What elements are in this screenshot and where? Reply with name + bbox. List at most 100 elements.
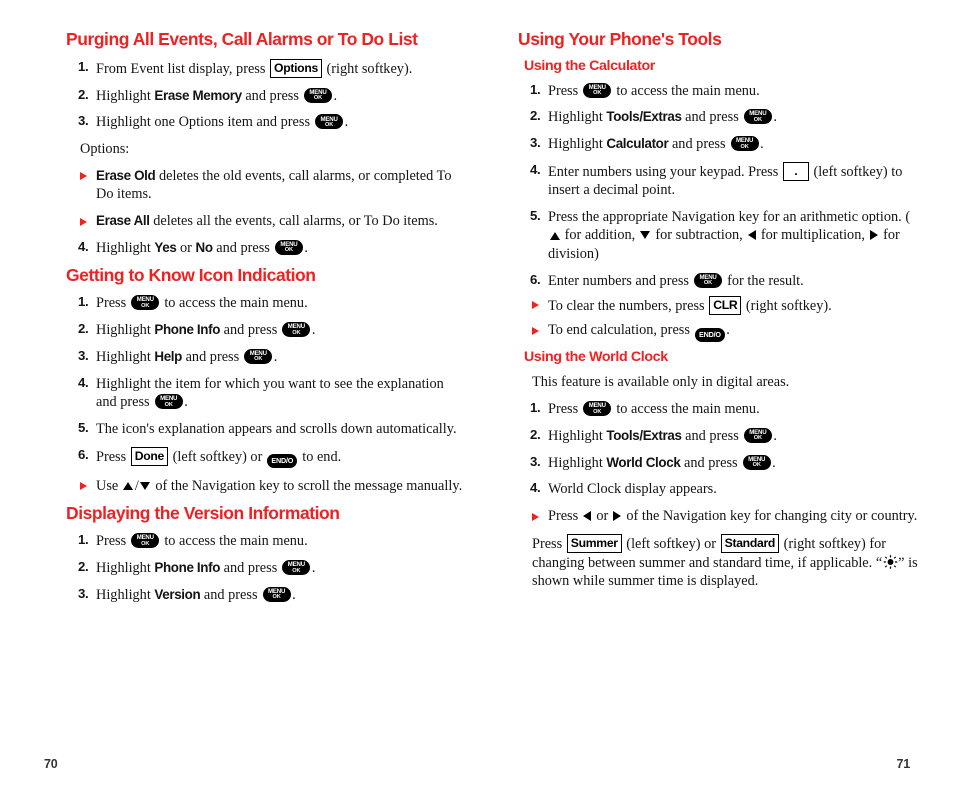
step-item: 5. Press the appropriate Navigation key … [518,208,918,263]
end-key-icon[interactable]: END/O [695,327,725,342]
step-item: 2. Highlight Phone Info and press MENU OK… [66,321,466,339]
menu-ok-key-icon[interactable]: MENU OK [282,559,311,575]
menu-ok-key-icon[interactable]: MENU OK [315,114,344,130]
step-text-post: . [344,114,349,131]
menu-ok-key-icon[interactable]: MENU OK [262,586,291,602]
softkey-clr[interactable]: CLR [709,295,742,315]
step-text-mid: (left softkey) or [169,448,266,465]
menu-key-line2: OK [272,594,281,601]
world-clock-intro: This feature is available only in digita… [532,374,790,391]
step-text-pre: Highlight the item for which you want to… [96,375,444,410]
step-item: 3. Highlight Version and press MENU OK. [66,586,466,604]
step-text-mid: and press [182,348,243,365]
step-item: 3. Highlight one Options item and press … [66,113,466,131]
step-item: 4. Enter numbers using your keypad. Pres… [518,161,918,200]
heading-purging-all-events: Purging All Events, Call Alarms or To Do… [66,29,418,49]
menu-ok-key-icon[interactable]: MENU OK [274,239,303,255]
step-text-a3: for multiplication, [757,227,869,244]
step-number: 5. [78,419,89,435]
bullet-text-pre: Press [548,508,582,525]
menu-ok-key-icon[interactable]: MENU OK [131,533,160,549]
menu-term-phone-info: Phone Info [154,559,221,575]
bullet-text-post: . [726,322,730,339]
menu-ok-key-icon[interactable]: MENU OK [304,87,332,103]
nav-up-arrow-icon [549,231,560,240]
step-text-pre: Highlight [96,87,155,104]
bullet-item: Erase Old deletes the old events, call a… [66,167,466,204]
triangle-bullet-icon [532,512,539,521]
end-key-icon[interactable]: END/O [267,454,298,469]
softkey-done[interactable]: Done [130,446,169,466]
step-text-pre: Enter numbers and press [548,272,693,289]
step-number: 2. [78,321,89,337]
step-text-post: to end. [298,448,342,465]
bullet-text-mid: or [592,508,612,525]
menu-term-phone-info: Phone Info [154,322,221,338]
menu-key-line2: OK [325,121,334,128]
menu-key-line2: OK [753,116,762,123]
menu-key-line2: OK [292,329,301,336]
triangle-bullet-icon [80,482,87,491]
menu-ok-key-icon[interactable]: MENU OK [730,136,759,152]
step-text-pre: The icon's explanation appears and scrol… [96,420,457,437]
page-number-left: 70 [44,757,58,771]
step-text-pre: Highlight [96,322,155,339]
menu-ok-key-icon[interactable]: MENU OK [583,401,612,417]
step-number: 4. [78,238,89,254]
step-text-post: to access the main menu. [612,401,760,418]
step-text-a1: for addition, [561,227,639,244]
bullet-text-mid: / [134,477,139,494]
softkey-summer[interactable]: Summer [566,534,622,554]
sun-icon [883,555,898,569]
menu-ok-key-icon[interactable]: MENU OK [244,348,273,364]
step-number: 4. [530,480,541,496]
step-text-pre: Press [96,533,130,550]
step-item: 2. Highlight Tools/Extras and press MENU… [518,108,918,126]
menu-ok-key-icon[interactable]: MENU OK [742,454,771,470]
step-number: 3. [78,585,89,601]
menu-term-erase-memory: Erase Memory [154,87,242,103]
menu-ok-key-icon[interactable]: MENU OK [131,295,160,311]
softkey-options[interactable]: Options [270,58,322,78]
step-number: 2. [530,108,541,124]
step-item: 1. Press MENU OK to access the main menu. [518,400,918,418]
step-text-pre: Highlight one Options item and press [96,114,314,131]
bullet-text-post: of the Navigation key to scroll the mess… [151,477,463,494]
menu-key-line2: OK [254,356,263,363]
step-number: 3. [78,113,89,129]
step-text-post: . [184,393,188,410]
step-item: 4. World Clock display appears. [518,480,918,498]
bullet-item: Erase All deletes all the events, call a… [66,212,466,230]
softkey-decimal-point[interactable]: . [782,161,809,181]
bullet-item: Use / of the Navigation key to scroll th… [66,477,466,495]
bullet-text-post: (right softkey). [742,298,832,315]
step-number: 4. [530,161,541,177]
menu-key-line2: OK [593,90,602,97]
step-number: 6. [530,271,541,287]
step-text-mid: and press [681,427,743,444]
menu-ok-key-icon[interactable]: MENU OK [583,82,612,98]
menu-key-line2: OK [740,143,749,150]
step-text-end: . [304,239,308,256]
menu-ok-key-icon[interactable]: MENU OK [154,393,183,409]
step-item: 4. Highlight Yes or No and press MENU OK. [66,239,466,257]
menu-term-calculator: Calculator [606,136,669,152]
step-text-mid: and press [668,136,730,153]
manual-page-spread: Purging All Events, Call Alarms or To Do… [0,0,954,795]
sun-note-pre: “ [875,554,883,571]
menu-term-tools-extras: Tools/Extras [606,427,682,443]
step-number: 3. [78,347,89,363]
step-text-post: . [772,454,776,471]
menu-ok-key-icon[interactable]: MENU OK [694,272,723,288]
menu-term-version: Version [154,586,201,602]
menu-ok-key-icon[interactable]: MENU OK [743,109,772,125]
step-text-post: . [773,427,777,444]
menu-ok-key-icon[interactable]: MENU OK [282,322,311,338]
bullet-text-pre: To clear the numbers, press [548,298,709,315]
menu-term-help: Help [154,348,183,364]
option-term-erase-old: Erase Old [96,167,156,183]
subheading-using-the-world-clock: Using the World Clock [524,349,668,366]
softkey-standard[interactable]: Standard [720,534,780,554]
triangle-bullet-icon [532,301,539,310]
menu-ok-key-icon[interactable]: MENU OK [743,427,772,443]
